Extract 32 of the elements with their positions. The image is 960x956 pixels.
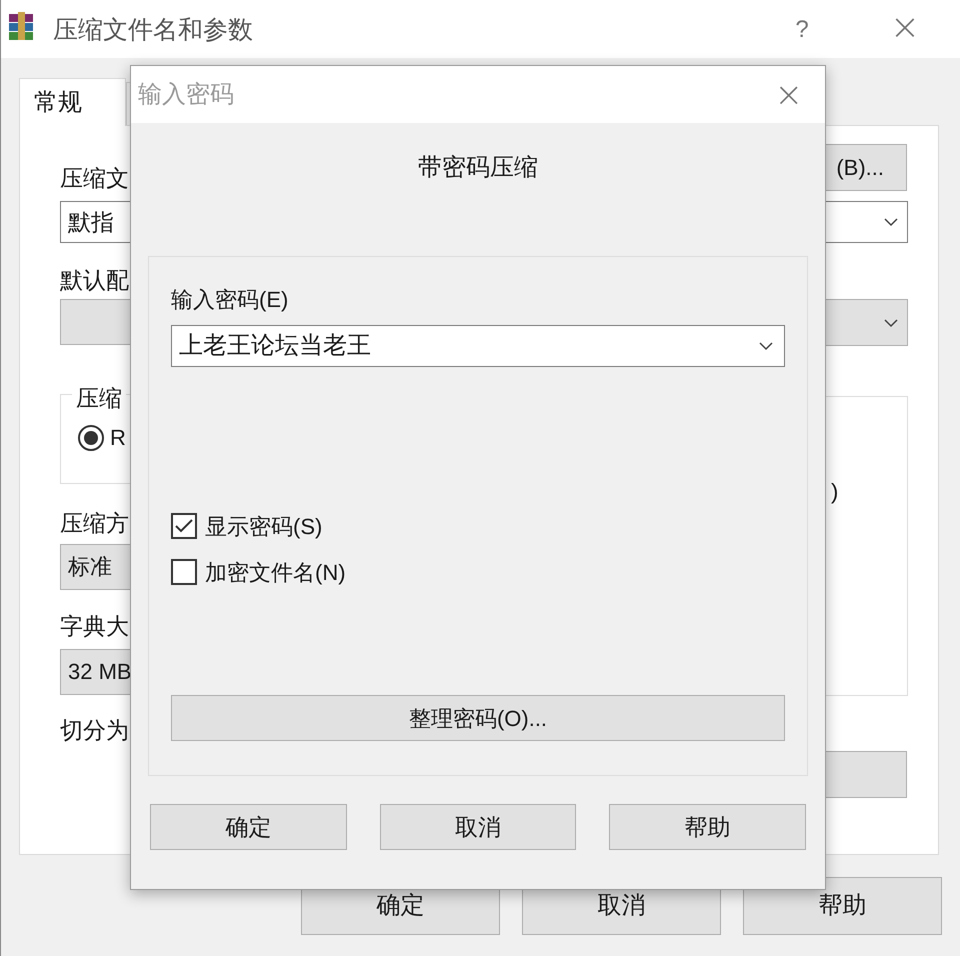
close-button[interactable]: ×	[774, 74, 803, 114]
radio-option[interactable]: R	[78, 421, 126, 454]
checkbox-label: 显示密码(S)	[205, 512, 322, 540]
help-button[interactable]: 帮助	[743, 877, 942, 935]
dialog-heading: 带密码压缩	[417, 153, 539, 183]
window-title: 压缩文件名和参数	[53, 15, 253, 46]
password-combo-box[interactable]: 上老王论坛当老王	[171, 325, 785, 367]
ok-button[interactable]: 确定	[150, 804, 347, 850]
tab[interactable]: 常规	[19, 78, 126, 126]
stacked-books-icon	[9, 12, 33, 42]
dialog-title: 输入密码	[138, 80, 234, 110]
password-value: 上老王论坛当老王	[179, 331, 371, 361]
checkbox[interactable]	[171, 513, 197, 539]
field-label: 压缩方	[60, 509, 129, 538]
help-button[interactable]: ?	[789, 12, 815, 46]
radio-label: R	[110, 424, 126, 452]
organize-passwords-button[interactable]: 整理密码(O)...	[171, 695, 785, 741]
chevron-down-icon	[883, 318, 899, 328]
help-button[interactable]: 帮助	[609, 804, 806, 850]
chevron-down-icon	[758, 341, 774, 351]
field-label: 输入密码(E)	[171, 286, 290, 311]
checkbox[interactable]	[171, 559, 197, 585]
close-button[interactable]: ×	[887, 6, 923, 50]
cancel-button[interactable]: 取消	[380, 804, 576, 850]
radio-button[interactable]	[78, 424, 104, 450]
field-label: 字典大	[60, 612, 129, 641]
field-label: 切分为	[60, 716, 129, 745]
field-label: 压缩文	[60, 164, 129, 193]
checkmark-icon	[175, 519, 193, 533]
checkbox-label: 加密文件名(N)	[205, 558, 346, 586]
field-label: 默认配	[60, 266, 129, 295]
chevron-down-icon	[883, 217, 899, 227]
